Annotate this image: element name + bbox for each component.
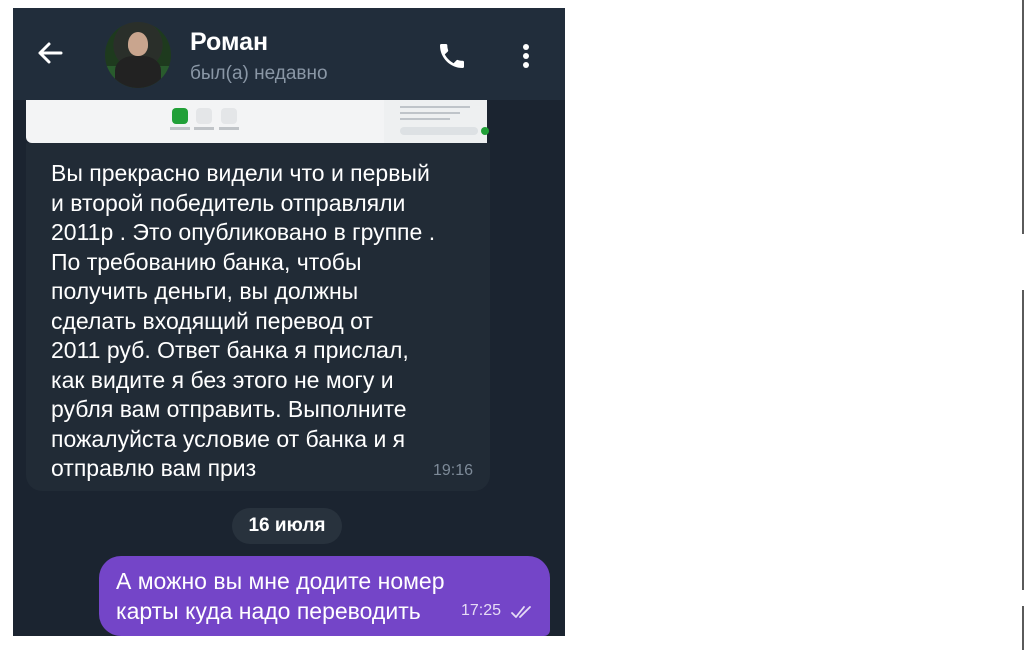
call-button[interactable] xyxy=(436,40,468,72)
contact-status: был(а) недавно xyxy=(190,63,328,84)
message-line: А можно вы мне додите номер xyxy=(116,568,445,594)
outgoing-message-text: А можно вы мне додите номер карты куда н… xyxy=(116,566,476,626)
incoming-message-time: 19:16 xyxy=(432,462,473,479)
message-line: рубля вам отправить. Выполните xyxy=(51,396,407,422)
chat-header: Роман был(а) недавно xyxy=(13,8,565,100)
message-line: как видите я без этого не могу и xyxy=(51,366,394,393)
image-attachment-preview[interactable] xyxy=(26,100,489,143)
message-line: получить деньги, вы должны xyxy=(51,278,359,304)
incoming-message-text: Вы прекрасно видели что и первый и второ… xyxy=(51,159,481,484)
message-line: карты куда надо переводить xyxy=(116,598,421,624)
message-line: отправлю вам приз xyxy=(51,455,257,481)
message-line: и второй победитель отправляли xyxy=(51,189,406,216)
incoming-message-bubble[interactable]: Вы прекрасно видели что и первый и второ… xyxy=(26,143,490,491)
message-line: 2011 руб. Ответ банка я прислал, xyxy=(51,337,409,363)
message-line: сделать входящий перевод от xyxy=(51,307,373,334)
message-list[interactable]: Вы прекрасно видели что и первый и второ… xyxy=(13,100,565,636)
avatar[interactable] xyxy=(105,22,171,88)
more-vertical-icon xyxy=(523,44,529,68)
contact-name[interactable]: Роман xyxy=(190,28,268,57)
outgoing-message-time: 17:25 xyxy=(461,602,502,619)
double-check-icon xyxy=(511,606,531,618)
message-line: пожалуйста условие от банка и я xyxy=(51,425,406,452)
arrow-left-icon xyxy=(38,42,63,64)
more-menu-button[interactable] xyxy=(516,40,536,72)
message-line: По требованию банка, чтобы xyxy=(51,248,362,275)
date-separator: 16 июля xyxy=(232,508,342,544)
message-line: 2011р . Это опубликовано в группе . xyxy=(51,219,436,245)
message-line: Вы прекрасно видели что и первый xyxy=(51,160,430,186)
chat-screen: Роман был(а) недавно Вы прекрасно видели… xyxy=(13,8,565,636)
back-button[interactable] xyxy=(35,38,65,68)
outgoing-message-bubble[interactable]: А можно вы мне додите номер карты куда н… xyxy=(99,556,550,636)
phone-icon xyxy=(440,44,464,68)
